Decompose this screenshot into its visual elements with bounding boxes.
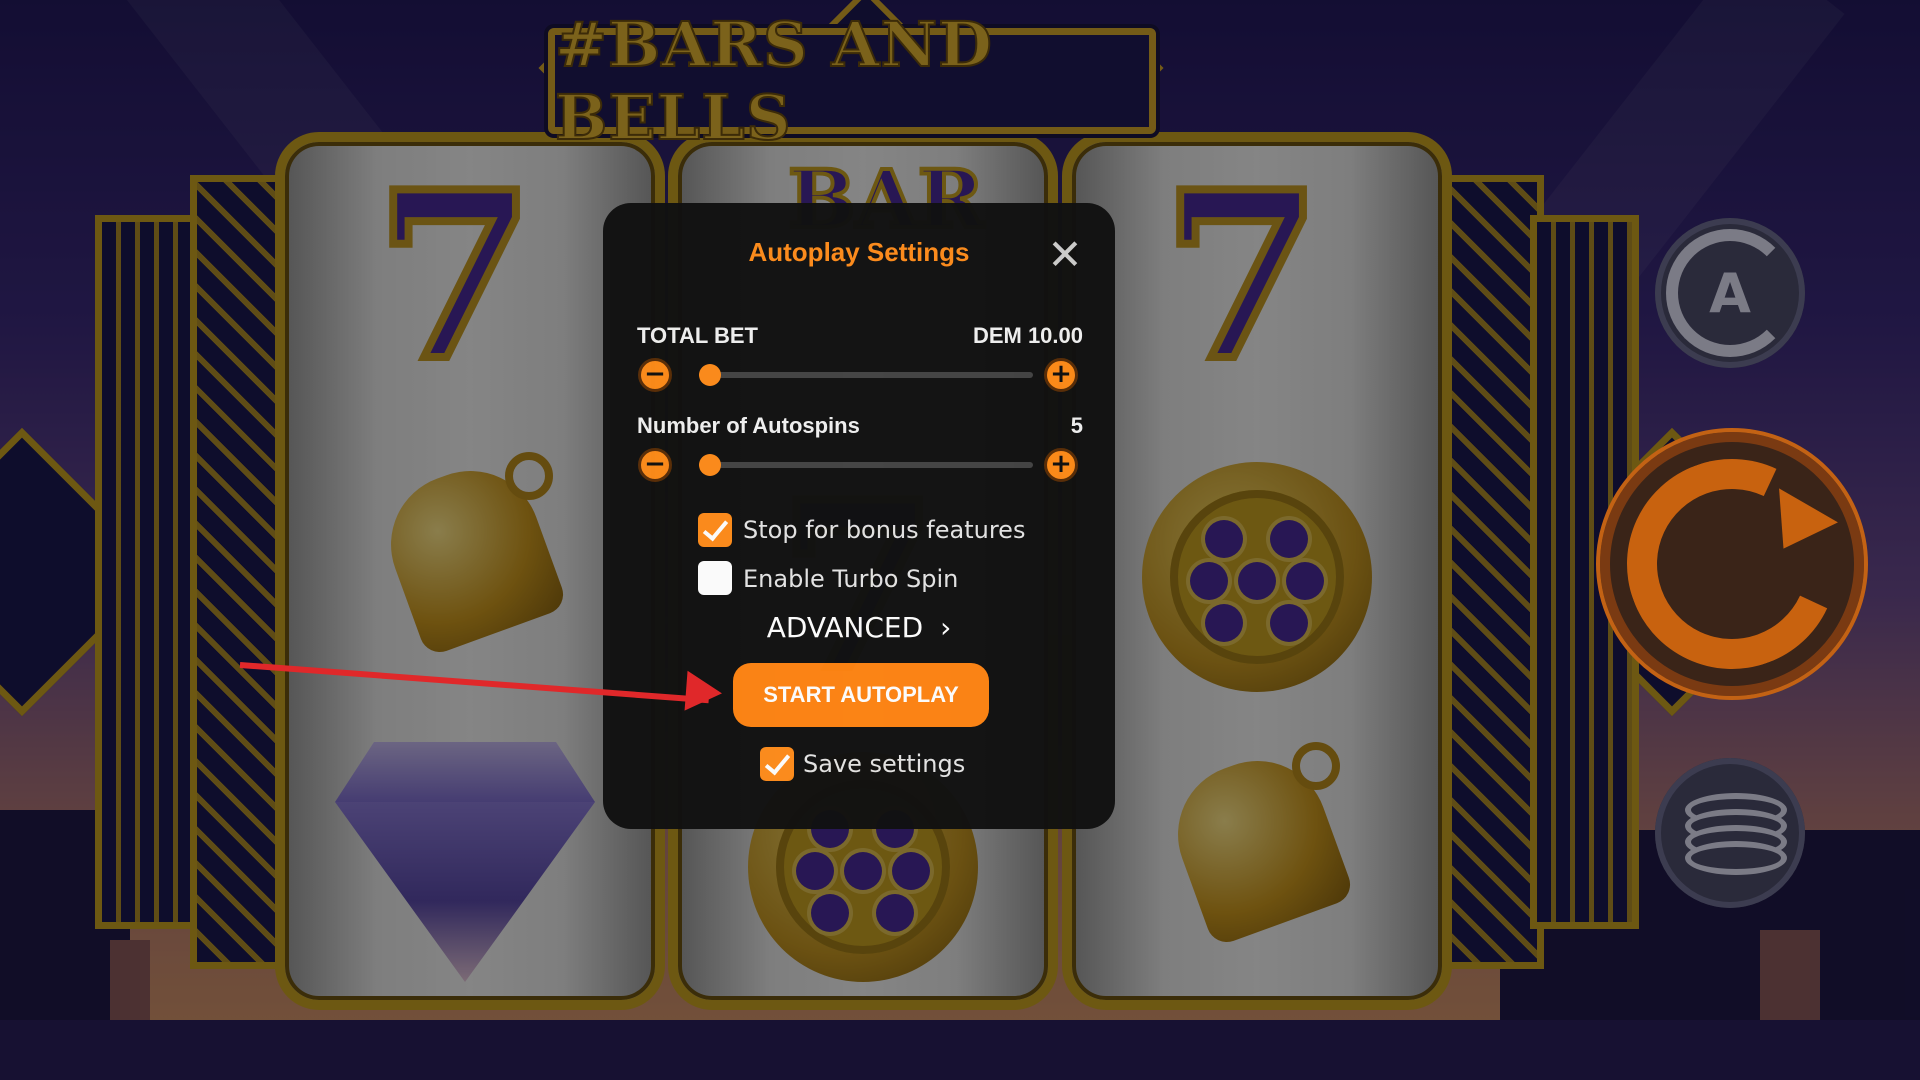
turbo-spin-label: Enable Turbo Spin (743, 565, 959, 593)
bet-coins-button[interactable] (1655, 758, 1805, 908)
annotation-arrow-head (684, 670, 724, 714)
total-bet-slider[interactable] (699, 364, 1033, 386)
coins-icon (1685, 793, 1787, 875)
autospins-decrease-button[interactable]: − (638, 448, 672, 482)
autoplay-button[interactable]: A (1655, 218, 1805, 368)
stop-bonus-checkbox[interactable] (698, 513, 732, 547)
advanced-label: ADVANCED (766, 611, 924, 644)
total-bet-increase-button[interactable]: + (1044, 358, 1078, 392)
autospins-value: 5 (1070, 413, 1083, 438)
spin-icon (1597, 429, 1867, 699)
minus-icon: − (644, 359, 666, 389)
save-settings-label: Save settings (803, 750, 966, 778)
autoplay-icon: A (1666, 229, 1794, 357)
autospins-slider[interactable] (699, 454, 1033, 476)
autospins-label: Number of Autospins (637, 413, 860, 438)
autoplay-letter: A (1709, 261, 1751, 325)
total-bet-label: TOTAL BET (637, 323, 758, 348)
modal-title: Autoplay Settings (748, 237, 970, 267)
total-bet-value: DEM 10.00 (972, 323, 1083, 348)
autospins-increase-button[interactable]: + (1044, 448, 1078, 482)
spin-button[interactable] (1596, 428, 1868, 700)
chevron-right-icon: › (940, 611, 952, 644)
plus-icon: + (1050, 449, 1072, 479)
start-autoplay-button[interactable]: START AUTOPLAY (733, 663, 989, 727)
close-icon: ✕ (1047, 230, 1083, 279)
stop-bonus-label: Stop for bonus features (743, 516, 1026, 544)
minus-icon: − (644, 449, 666, 479)
total-bet-decrease-button[interactable]: − (638, 358, 672, 392)
plus-icon: + (1050, 359, 1072, 389)
autospins-slider-thumb[interactable] (699, 454, 721, 476)
turbo-spin-checkbox[interactable] (698, 561, 732, 595)
save-settings-checkbox[interactable] (760, 747, 794, 781)
total-bet-slider-thumb[interactable] (699, 364, 721, 386)
autoplay-settings-modal: Autoplay Settings ✕ TOTAL BET DEM 10.00 … (603, 203, 1115, 829)
advanced-link[interactable]: ADVANCED › (603, 611, 1115, 644)
close-button[interactable]: ✕ (1046, 230, 1084, 279)
